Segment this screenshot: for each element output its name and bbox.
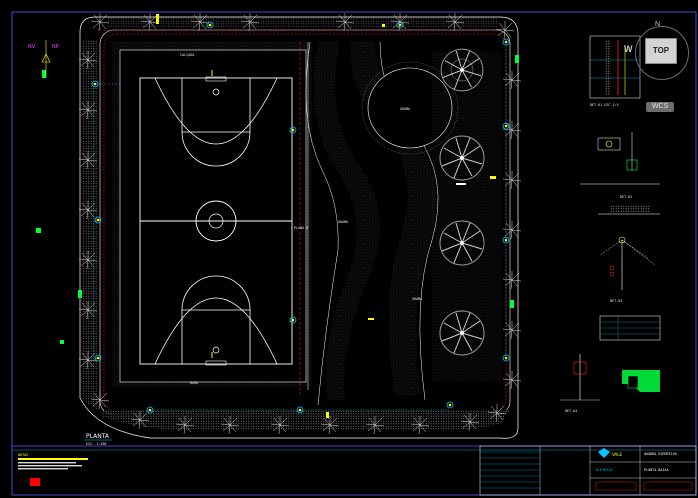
curb-label: MURO (190, 381, 198, 385)
paving-bottom (100, 410, 510, 430)
drawing-text: DET-02 (620, 195, 632, 199)
notes-block: NOTAS (18, 453, 88, 470)
detail-2: DET-02 (580, 132, 660, 199)
viewcube-top-face[interactable]: TOP (645, 38, 677, 64)
drawing-text: PLANTA BAIXA (644, 468, 669, 472)
path-label: GRAMA (338, 220, 348, 224)
legend-table (599, 315, 661, 341)
north-label-np: NP (52, 44, 59, 50)
drawing-text: DET-03 (610, 299, 622, 303)
title-block: VALE QUADRA ESPORTIVA PLANTA BAIXA ELETR… (479, 445, 697, 496)
lawn-b-label: GRAMA (412, 297, 422, 301)
viewcube-north[interactable]: N (655, 21, 660, 28)
north-label-nv: NV (28, 44, 36, 50)
wcs-menu-button[interactable]: WCS (646, 102, 674, 112)
drawing-text: DET-04 (565, 409, 577, 413)
detail-4: DET-04 (560, 354, 660, 413)
ucs-marker-icon (30, 478, 40, 486)
viewcube-west[interactable]: W (624, 44, 633, 54)
equipment-marker (42, 70, 46, 78)
plan-label: PLANTA (86, 433, 110, 440)
drawing-text: ELETRICA (596, 468, 612, 472)
plan-scale: ESC. 1:100 (86, 442, 106, 446)
viewcube-icon[interactable]: N W TOP (624, 21, 691, 82)
paving-top (108, 18, 498, 28)
paving-label: CALÇADA (180, 53, 194, 57)
court-center-label: PLANO 0 (294, 226, 308, 230)
drawing-text: NOTAS (18, 453, 28, 457)
drawing-text: DET-01 ESC 1:5 (590, 103, 619, 107)
cad-drawing[interactable]: PLANO 0 GRAMA GRAMA GRAMA CALÇADA MURO N… (0, 0, 698, 498)
drawing-text: QUADRA ESPORTIVA (644, 452, 677, 456)
vale-logo-icon (598, 448, 610, 458)
lawn-a-label: GRAMA (400, 107, 410, 111)
drawing-text: VALE (612, 452, 622, 457)
paving-left (82, 40, 98, 410)
detail-3: DET-03 (598, 205, 660, 303)
